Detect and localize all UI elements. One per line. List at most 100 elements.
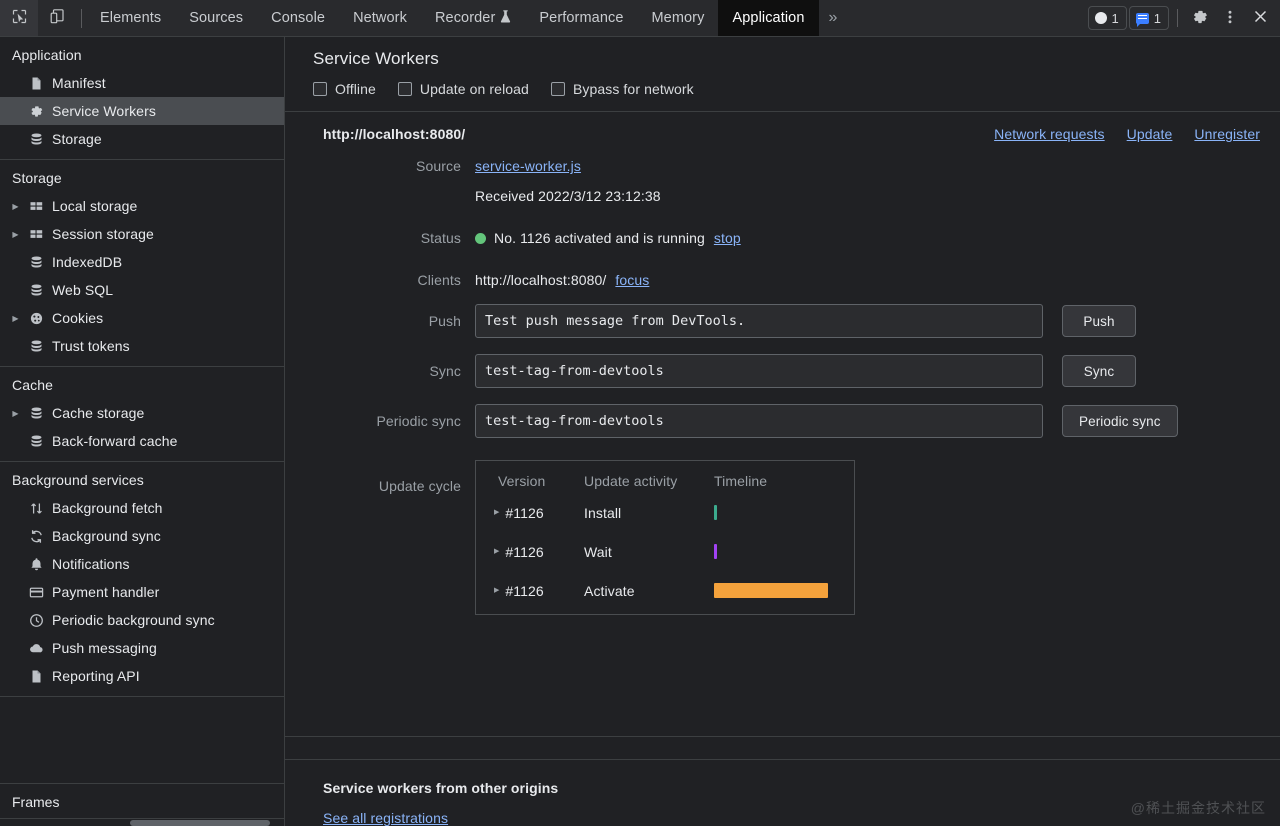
toolbar-divider-2 xyxy=(1177,9,1178,27)
source-file-link[interactable]: service-worker.js xyxy=(475,158,581,174)
sidebar-item-label: Back-forward cache xyxy=(52,433,178,449)
sidebar-group-frames[interactable]: Frames xyxy=(0,783,284,818)
activity-cell: Install xyxy=(584,504,622,521)
message-badge[interactable]: 1 xyxy=(1128,6,1169,30)
sync-button[interactable]: Sync xyxy=(1062,355,1136,387)
see-all-registrations-link[interactable]: See all registrations xyxy=(323,810,448,826)
table-row[interactable]: ▶ #1126 Wait xyxy=(476,532,854,571)
timeline-bar-activate xyxy=(714,583,828,598)
tab-console[interactable]: Console xyxy=(257,0,339,36)
more-options-button[interactable] xyxy=(1216,4,1244,32)
sidebar-item-web-sql[interactable]: ▶ Web SQL xyxy=(0,276,284,304)
sidebar-item-label: Local storage xyxy=(52,198,138,214)
status-indicator-icon xyxy=(475,232,486,244)
update-link[interactable]: Update xyxy=(1127,126,1173,142)
sidebar-horizontal-scrollbar[interactable] xyxy=(0,818,284,826)
disclosure-triangle[interactable]: ▶ xyxy=(10,230,21,239)
sidebar-item-local-storage[interactable]: ▶ Local storage xyxy=(0,192,284,220)
checkbox-label: Update on reload xyxy=(419,81,529,97)
checkbox-box[interactable] xyxy=(313,82,327,96)
sidebar-item-session-storage[interactable]: ▶ Session storage xyxy=(0,220,284,248)
push-button[interactable]: Push xyxy=(1062,305,1136,337)
timeline-bar-wait xyxy=(714,544,717,559)
sync-input[interactable] xyxy=(475,354,1043,388)
inspect-element-button[interactable] xyxy=(0,0,38,36)
checkbox-box[interactable] xyxy=(397,82,412,96)
source-label: Source xyxy=(416,158,461,174)
received-timestamp: Received 2022/3/12 23:12:38 xyxy=(475,188,661,204)
disclosure-triangle[interactable]: ▶ xyxy=(494,587,499,594)
close-devtools-button[interactable] xyxy=(1246,4,1274,32)
focus-link[interactable]: focus xyxy=(615,272,649,288)
tab-recorder[interactable]: Recorder xyxy=(421,0,525,36)
push-controls: Push xyxy=(475,304,1136,338)
tab-label: Application xyxy=(732,10,805,26)
unregister-link[interactable]: Unregister xyxy=(1194,126,1260,142)
network-requests-link[interactable]: Network requests xyxy=(994,126,1105,142)
sidebar-item-back-forward-cache[interactable]: ▶ Back-forward cache xyxy=(0,427,284,455)
sidebar-item-service-workers[interactable]: ▶ Service Workers xyxy=(0,97,284,125)
device-toolbar-button[interactable] xyxy=(38,0,76,36)
close-icon xyxy=(1252,8,1269,28)
table-row[interactable]: ▶ #1126 Activate xyxy=(476,571,854,610)
disclosure-triangle[interactable]: ▶ xyxy=(10,202,21,211)
sidebar-item-push-messaging[interactable]: ▶ Push messaging xyxy=(0,634,284,662)
tab-elements[interactable]: Elements xyxy=(86,0,175,36)
update-cycle-header: Version Update activity Timeline xyxy=(476,461,854,493)
settings-button[interactable] xyxy=(1186,4,1214,32)
periodic-sync-button[interactable]: Periodic sync xyxy=(1062,405,1178,437)
warning-badge[interactable]: 1 xyxy=(1087,6,1127,30)
update-on-reload-checkbox[interactable]: Update on reload xyxy=(397,81,529,97)
sidebar-item-reporting-api[interactable]: ▶ Reporting API xyxy=(0,662,284,690)
status-value: No. 1126 activated and is running stop xyxy=(475,230,741,246)
update-cycle-label: Update cycle xyxy=(378,478,461,494)
disclosure-triangle[interactable]: ▶ xyxy=(10,409,21,418)
sidebar-item-background-fetch[interactable]: ▶ Background fetch xyxy=(0,494,284,522)
timeline-cell xyxy=(714,505,854,520)
tab-sources[interactable]: Sources xyxy=(175,0,257,36)
disclosure-triangle[interactable]: ▶ xyxy=(494,548,499,555)
bell-icon xyxy=(28,556,45,573)
column-header-timeline: Timeline xyxy=(714,473,768,489)
devtools-window: Elements Sources Console Network Recorde… xyxy=(0,0,1280,826)
sidebar-item-notifications[interactable]: ▶ Notifications xyxy=(0,550,284,578)
tab-performance[interactable]: Performance xyxy=(525,0,637,36)
sidebar-item-cache-storage[interactable]: ▶ Cache storage xyxy=(0,399,284,427)
message-icon xyxy=(1135,12,1149,27)
devtools-toolbar: Elements Sources Console Network Recorde… xyxy=(0,0,1280,37)
table-icon xyxy=(28,198,45,215)
sidebar-item-cookies[interactable]: ▶ Cookies xyxy=(0,304,284,332)
sidebar-item-payment-handler[interactable]: ▶ Payment handler xyxy=(0,578,284,606)
sidebar-item-storage[interactable]: ▶ Storage xyxy=(0,125,284,153)
sidebar-item-label: Background sync xyxy=(52,528,161,544)
panel-spacer xyxy=(285,615,1280,637)
flask-icon xyxy=(500,9,511,27)
version-cell: ▶ #1126 xyxy=(476,583,584,599)
tab-label: Recorder xyxy=(434,10,496,26)
checkbox-box[interactable] xyxy=(550,82,565,96)
bypass-for-network-checkbox[interactable]: Bypass for network xyxy=(550,81,694,97)
version-text: #1126 xyxy=(505,504,544,521)
disclosure-triangle[interactable]: ▶ xyxy=(10,314,21,323)
more-tabs-button[interactable]: » xyxy=(819,0,848,36)
disclosure-triangle[interactable]: ▶ xyxy=(494,509,499,516)
scrollbar-thumb[interactable] xyxy=(130,820,270,826)
table-row[interactable]: ▶ #1126 Install xyxy=(476,493,854,532)
stop-link[interactable]: stop xyxy=(714,230,741,246)
offline-checkbox[interactable]: Offline xyxy=(313,81,376,97)
sync-row: Sync Sync xyxy=(285,354,1280,388)
tab-memory[interactable]: Memory xyxy=(638,0,719,36)
sidebar-item-periodic-background-sync[interactable]: ▶ Periodic background sync xyxy=(0,606,284,634)
document-icon xyxy=(28,668,45,685)
sidebar-item-manifest[interactable]: ▶ Manifest xyxy=(0,69,284,97)
database-icon xyxy=(28,282,45,299)
periodic-sync-input[interactable] xyxy=(475,404,1043,438)
sidebar-item-background-sync[interactable]: ▶ Background sync xyxy=(0,522,284,550)
sidebar-item-indexeddb[interactable]: ▶ IndexedDB xyxy=(0,248,284,276)
tab-label: Console xyxy=(271,10,326,26)
push-input[interactable] xyxy=(475,304,1043,338)
sidebar-item-trust-tokens[interactable]: ▶ Trust tokens xyxy=(0,332,284,360)
tab-application[interactable]: Application xyxy=(718,0,819,36)
update-cycle-row: Update cycle Version Update activity Tim… xyxy=(285,460,1280,615)
tab-network[interactable]: Network xyxy=(339,0,421,36)
